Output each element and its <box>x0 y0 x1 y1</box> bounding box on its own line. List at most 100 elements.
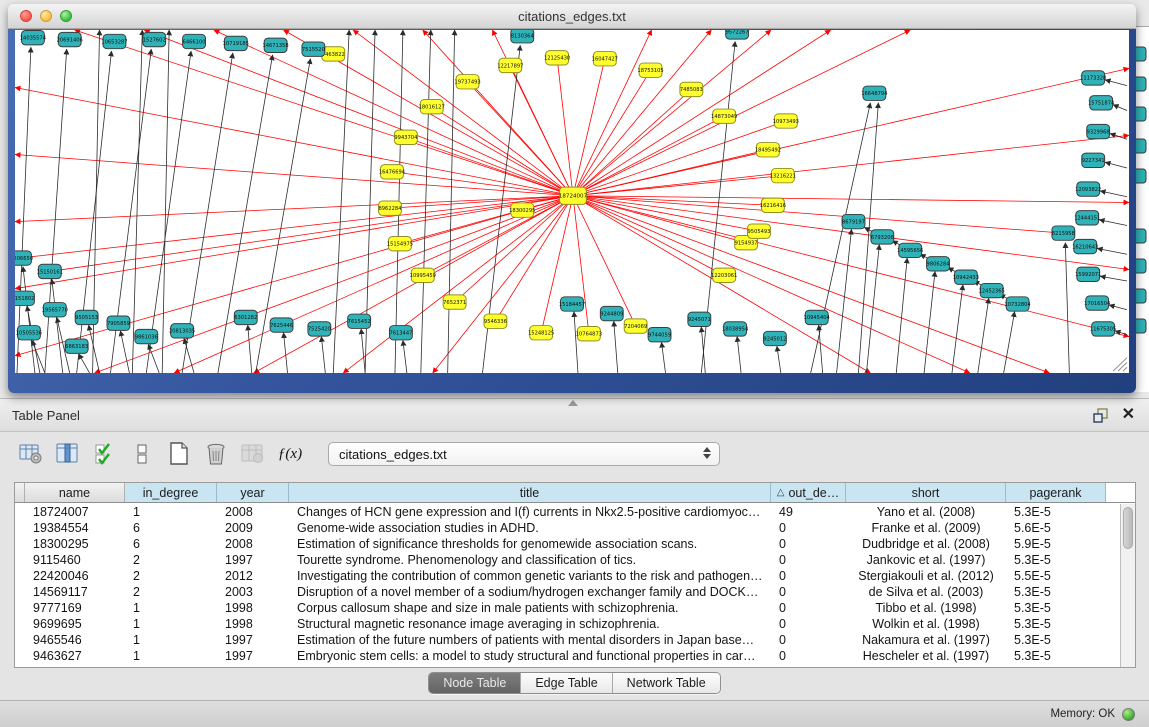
graph-node[interactable]: 16047427 <box>592 52 618 66</box>
graph-node[interactable]: 18038954 <box>722 322 748 336</box>
citation-edge-red[interactable] <box>557 58 573 196</box>
graph-node[interactable]: 8151802 <box>15 291 34 305</box>
graph-node[interactable]: 14873049 <box>711 109 737 123</box>
table-cell[interactable]: 18300295 <box>25 537 125 551</box>
graph-node[interactable]: 15992071 <box>1075 267 1101 281</box>
graph-node[interactable]: 11675305 <box>1090 322 1116 336</box>
citation-edge-black[interactable] <box>896 258 907 373</box>
table-cell[interactable]: 1997 <box>217 633 289 647</box>
citation-edge-black[interactable] <box>120 331 129 373</box>
graph-node[interactable]: 12125430 <box>544 51 570 65</box>
graph-node[interactable]: 10764873 <box>576 327 602 341</box>
table-cell[interactable]: 2 <box>125 569 217 583</box>
table-cell[interactable]: 2012 <box>217 569 289 583</box>
table-cell[interactable]: 2003 <box>217 585 289 599</box>
table-row[interactable]: 1830029562008Estimation of significance … <box>15 536 1120 552</box>
table-vertical-scrollbar[interactable] <box>1120 504 1135 667</box>
table-row[interactable]: 969969511998Structural magnetic resonanc… <box>15 616 1120 632</box>
graph-node[interactable]: 9943704 <box>394 130 417 144</box>
table-cell[interactable]: 2 <box>125 553 217 567</box>
graph-node[interactable]: 16476694 <box>379 165 405 179</box>
table-cell[interactable]: 1998 <box>217 601 289 615</box>
table-cell[interactable]: 6 <box>125 521 217 535</box>
graph-node[interactable]: 16210643 <box>1072 239 1098 253</box>
table-row[interactable]: 1456911722003Disruption of a novel membe… <box>15 584 1120 600</box>
graph-node[interactable]: 6301282 <box>234 310 257 324</box>
citation-edge-black[interactable] <box>32 340 45 373</box>
table-cell[interactable]: 1 <box>125 633 217 647</box>
table-cell[interactable]: 22420046 <box>25 569 125 583</box>
tab-edge-table[interactable]: Edge Table <box>520 673 611 693</box>
citation-edge-black[interactable] <box>614 321 618 373</box>
graph-node[interactable]: 10505536 <box>16 326 42 340</box>
table-cell[interactable]: 5.3E-5 <box>1006 633 1106 647</box>
citation-edge-black[interactable] <box>284 333 288 373</box>
citation-edge-black[interactable] <box>148 344 159 373</box>
table-cell[interactable]: 0 <box>771 553 846 567</box>
citation-edge-black[interactable] <box>1110 133 1127 139</box>
show-column-icon[interactable] <box>55 441 81 467</box>
table-cell[interactable]: 1998 <box>217 617 289 631</box>
table-cell[interactable]: 18724007 <box>25 505 125 519</box>
resize-grip-icon[interactable] <box>1113 358 1127 371</box>
column-header-outde[interactable]: △out_de… <box>771 483 846 502</box>
table-cell[interactable]: 1 <box>125 505 217 519</box>
graph-node[interactable]: 9572267 <box>726 30 749 39</box>
table-cell[interactable]: Structural magnetic resonance image aver… <box>289 617 771 631</box>
table-cell[interactable]: 0 <box>771 633 846 647</box>
citation-edge-red[interactable] <box>573 196 589 334</box>
citation-edge-black[interactable] <box>52 279 63 373</box>
graph-node[interactable]: 12093822 <box>1075 182 1101 196</box>
table-cell[interactable]: Estimation of significance thresholds fo… <box>289 537 771 551</box>
citation-edge-black[interactable] <box>1100 191 1127 197</box>
table-row[interactable]: 946362711997Embryonic stem cells: a mode… <box>15 648 1120 664</box>
graph-node[interactable]: 1527602 <box>143 32 166 46</box>
graph-node[interactable]: 7615452 <box>348 314 371 328</box>
graph-node[interactable]: 6863183 <box>65 339 88 353</box>
citation-edge-black[interactable] <box>79 354 90 373</box>
graph-node[interactable]: 9245071 <box>688 312 711 326</box>
table-cell[interactable]: Investigating the contribution of common… <box>289 569 771 583</box>
graph-node[interactable]: 20691406 <box>57 32 83 46</box>
table-cell[interactable]: Wolkin et al. (1998) <box>846 617 1006 631</box>
graph-node[interactable]: 8215958 <box>1052 226 1075 240</box>
graph-node[interactable]: 10945404 <box>804 310 830 324</box>
citation-edge-black[interactable] <box>952 285 963 373</box>
citation-edge-black[interactable] <box>1115 331 1127 335</box>
table-cell[interactable]: 1997 <box>217 649 289 663</box>
table-cell[interactable]: Disruption of a novel member of a sodium… <box>289 585 771 599</box>
table-cell[interactable]: 5.5E-5 <box>1006 569 1106 583</box>
citation-edge-black[interactable] <box>23 267 35 373</box>
graph-node[interactable]: 7525420 <box>308 322 331 336</box>
table-row[interactable]: 946554611997Estimation of the future num… <box>15 632 1120 648</box>
table-cell[interactable]: 2008 <box>217 505 289 519</box>
citation-edge-black[interactable] <box>17 47 31 373</box>
citation-edge-red[interactable] <box>573 176 783 196</box>
scrollbar-thumb[interactable] <box>1123 507 1133 549</box>
citation-edge-black[interactable] <box>662 342 666 373</box>
table-row[interactable]: 1872400712008Changes of HCN gene express… <box>15 504 1120 520</box>
graph-node[interactable]: 13216221 <box>770 168 796 182</box>
citation-edge-red[interactable] <box>15 155 573 196</box>
network-canvas-svg[interactable]: 1212543012217897197374931801612799437041… <box>15 30 1129 373</box>
graph-node[interactable]: 18300295 <box>509 203 535 217</box>
column-header-title[interactable]: title <box>289 483 771 502</box>
table-cell[interactable]: Stergiakouli et al. (2012) <box>846 569 1006 583</box>
table-row[interactable]: 977716911998Corpus callosum shape and si… <box>15 600 1120 616</box>
citation-edge-black[interactable] <box>321 337 325 373</box>
table-cell[interactable]: 5.9E-5 <box>1006 537 1106 551</box>
tab-network-table[interactable]: Network Table <box>612 673 720 693</box>
graph-node[interactable]: 14595656 <box>897 243 923 257</box>
citation-edge-black[interactable] <box>248 325 252 373</box>
graph-node[interactable]: 20813035 <box>169 324 195 338</box>
graph-node[interactable]: 8679197 <box>842 214 865 228</box>
close-panel-icon[interactable]: ✕ <box>1122 407 1135 423</box>
table-row[interactable]: 911546021997Tourette syndrome. Phenomeno… <box>15 552 1120 568</box>
citation-edge-red[interactable] <box>144 30 573 196</box>
graph-node[interactable]: 7515520 <box>302 42 325 56</box>
graph-node[interactable]: 7652371 <box>443 295 466 309</box>
table-cell[interactable]: Jankovic et al. (1997) <box>846 553 1006 567</box>
citation-edge-black[interactable] <box>737 337 741 373</box>
table-cell[interactable]: 2008 <box>217 537 289 551</box>
graph-node[interactable]: 7204069 <box>624 319 647 333</box>
